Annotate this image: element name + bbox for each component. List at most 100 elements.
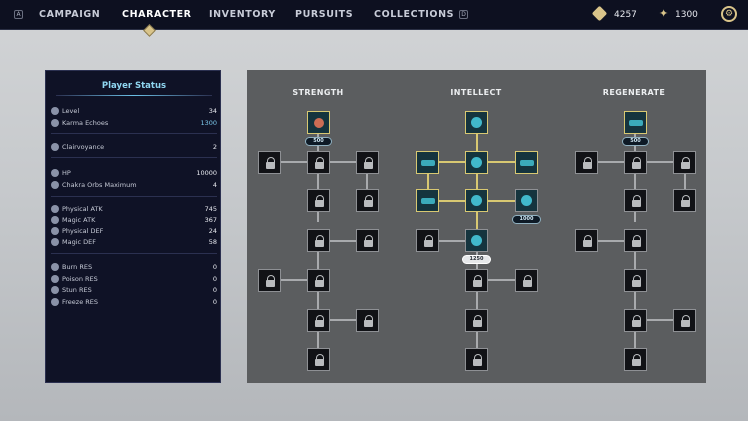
intellect-skill-node[interactable] (515, 151, 538, 174)
intellect-skill-node[interactable] (416, 189, 439, 212)
gear-icon[interactable]: ⚙ (721, 6, 737, 22)
stat-value: 2 (212, 143, 217, 151)
stat-value: 0 (212, 298, 217, 306)
regenerate-skill-node[interactable] (624, 111, 647, 134)
intellect-skill-node[interactable] (416, 151, 439, 174)
stat-label: Burn RES (62, 263, 93, 271)
stat-value: 1300 (200, 119, 217, 127)
stat-value: 58 (208, 238, 217, 246)
locked-skill-node[interactable] (307, 151, 330, 174)
stat-row-hp: HP 10000 (51, 168, 217, 178)
stat-value: 367 (204, 216, 217, 224)
locked-skill-node[interactable] (673, 189, 696, 212)
locked-skill-node[interactable] (258, 269, 281, 292)
currency-icon (591, 5, 608, 22)
stat-label: Physical ATK (62, 205, 103, 213)
locked-skill-node[interactable] (624, 151, 647, 174)
stat-label: Physical DEF (62, 227, 104, 235)
stat-label: Clairvoyance (62, 143, 105, 151)
burn-icon (51, 263, 59, 271)
stat-value: 0 (212, 286, 217, 294)
chakra-icon (51, 181, 59, 189)
locked-skill-node[interactable] (465, 309, 488, 332)
column-header-strength: STRENGTH (292, 88, 344, 97)
locked-skill-node[interactable] (624, 348, 647, 371)
locked-skill-node[interactable] (356, 229, 379, 252)
locked-skill-node[interactable] (307, 309, 330, 332)
title-divider (56, 95, 212, 96)
column-header-intellect: INTELLECT (450, 88, 502, 97)
locked-skill-node[interactable] (258, 151, 281, 174)
stat-label: Magic ATK (62, 216, 96, 224)
locked-skill-node[interactable] (624, 189, 647, 212)
tree-connector (438, 240, 468, 242)
stat-value: 34 (208, 107, 217, 115)
tab-character[interactable]: CHARACTER (122, 9, 192, 20)
locked-skill-node[interactable] (356, 189, 379, 212)
player-status-title: Player Status (101, 81, 167, 91)
cost-badge: 1250 (462, 255, 491, 264)
stat-value: 0 (212, 275, 217, 283)
hp-icon (51, 169, 59, 177)
locked-skill-node[interactable] (465, 269, 488, 292)
stat-divider (51, 253, 217, 254)
tab-inventory[interactable]: INVENTORY (209, 9, 276, 20)
intellect-skill-node[interactable] (465, 151, 488, 174)
cost-badge: 500 (305, 137, 332, 146)
clairvoyance-icon (51, 143, 59, 151)
locked-skill-node[interactable] (307, 269, 330, 292)
stat-value: 24 (208, 227, 217, 235)
ability-points-icon: ✦ (659, 7, 669, 20)
stat-value: 10000 (196, 169, 217, 177)
stat-label: Magic DEF (62, 238, 97, 246)
next-tab-key[interactable]: D (459, 10, 468, 19)
tab-campaign[interactable]: CAMPAIGN (39, 9, 100, 20)
locked-skill-node[interactable] (307, 189, 330, 212)
locked-skill-node[interactable] (307, 229, 330, 252)
poison-icon (51, 275, 59, 283)
level-icon (51, 107, 59, 115)
intellect-skill-node[interactable] (465, 111, 488, 134)
prev-tab-key[interactable]: A (14, 10, 23, 19)
stat-label: Karma Echoes (62, 119, 109, 127)
player-status-panel: Player Status Level 34 Karma Echoes 1300 C… (45, 70, 221, 383)
locked-skill-node[interactable] (624, 229, 647, 252)
stat-row-phys-def: Physical DEF 24 (51, 226, 217, 236)
stat-divider (51, 133, 217, 134)
stat-row-burn-res: Burn RES 0 (51, 262, 217, 272)
locked-skill-node[interactable] (575, 229, 598, 252)
strength-skill-node[interactable] (307, 111, 330, 134)
stat-label: Freeze RES (62, 298, 99, 306)
stat-value: 4 (212, 181, 217, 189)
stat-value: 745 (204, 205, 217, 213)
tree-connector-active (476, 133, 478, 243)
locked-skill-node[interactable] (416, 229, 439, 252)
locked-skill-node[interactable] (356, 151, 379, 174)
stat-label: Level (62, 107, 80, 115)
magic-shield-icon (51, 238, 59, 246)
tab-collections[interactable]: COLLECTIONS (374, 9, 454, 20)
intellect-skill-node[interactable] (465, 229, 488, 252)
stat-divider (51, 196, 217, 197)
top-nav-bar: A CAMPAIGN CHARACTER INVENTORY PURSUITS … (0, 0, 748, 30)
locked-skill-node[interactable] (575, 151, 598, 174)
locked-skill-node[interactable] (673, 151, 696, 174)
locked-skill-node[interactable] (673, 309, 696, 332)
locked-skill-node[interactable] (515, 269, 538, 292)
stat-label: Stun RES (62, 286, 92, 294)
cost-badge: 1000 (512, 215, 541, 224)
stat-row-magic-atk: Magic ATK 367 (51, 215, 217, 225)
locked-skill-node[interactable] (307, 348, 330, 371)
stat-label: HP (62, 169, 71, 177)
locked-skill-node[interactable] (465, 348, 488, 371)
locked-skill-node[interactable] (356, 309, 379, 332)
stat-row-level: Level 34 (51, 106, 217, 116)
tab-pursuits[interactable]: PURSUITS (295, 9, 353, 20)
intellect-skill-node[interactable] (515, 189, 538, 212)
stat-value: 0 (212, 263, 217, 271)
locked-skill-node[interactable] (624, 269, 647, 292)
currency-value: 4257 (614, 10, 637, 20)
shield-icon (51, 227, 59, 235)
intellect-skill-node[interactable] (465, 189, 488, 212)
locked-skill-node[interactable] (624, 309, 647, 332)
